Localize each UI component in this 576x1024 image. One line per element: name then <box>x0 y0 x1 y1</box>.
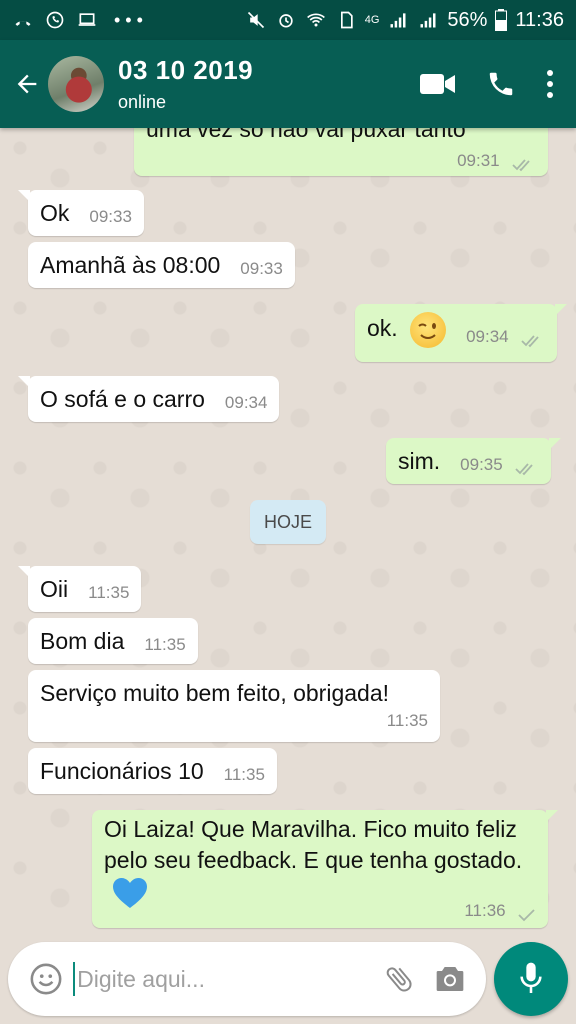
message-bubble-incoming[interactable]: Oii 11:35 <box>17 566 142 612</box>
message-time: 09:34 <box>466 327 509 346</box>
battery-icon <box>495 9 508 31</box>
blue-heart-emoji-icon <box>113 877 147 908</box>
emoji-button[interactable] <box>18 949 73 1009</box>
message-text: Funcionários 10 <box>40 758 204 784</box>
message-input[interactable] <box>73 962 374 996</box>
message-bubble-incoming[interactable]: Ok 09:33 <box>18 190 144 236</box>
sim-icon <box>340 11 353 29</box>
message-bubble-outgoing[interactable]: uma vez só não vai puxar tanto 09:31 <box>134 128 548 176</box>
message-time: 11:35 <box>223 765 265 784</box>
message-time: 11:35 <box>386 711 428 730</box>
clock: 11:36 <box>515 8 564 31</box>
phone-icon <box>489 72 513 96</box>
video-call-button[interactable] <box>420 72 456 96</box>
message-time: 11:35 <box>88 583 130 602</box>
message-bubble-incoming[interactable]: Serviço muito bem feito, obrigada! 11:35 <box>28 670 440 742</box>
message-time: 09:33 <box>240 259 283 278</box>
message-bubble-incoming[interactable]: Bom dia 11:35 <box>28 618 198 664</box>
more-notifications-icon: • • • <box>114 9 143 30</box>
status-bar: • • • 4G 56% 11:36 <box>0 0 576 40</box>
message-time: 11:36 <box>464 901 506 920</box>
read-ticks-icon <box>512 159 530 172</box>
voice-call-button[interactable] <box>486 69 516 99</box>
message-text: Amanhã às 08:00 <box>40 252 221 278</box>
back-button[interactable] <box>6 64 48 104</box>
message-time: 09:33 <box>89 207 132 226</box>
message-time: 09:35 <box>460 455 503 474</box>
message-text: sim. <box>398 448 441 474</box>
contact-name: 03 10 2019 <box>118 55 254 85</box>
battery-percent: 56% <box>447 8 488 31</box>
avatar[interactable] <box>48 56 104 112</box>
message-bubble-incoming[interactable]: Funcionários 10 11:35 <box>28 748 277 794</box>
message-text: Oii <box>40 576 69 602</box>
message-bubble-outgoing[interactable]: ok. 09:34 <box>355 304 568 362</box>
read-ticks-icon <box>521 335 539 348</box>
voice-message-button[interactable] <box>494 942 568 1016</box>
sent-tick-icon <box>518 909 535 922</box>
chat-header: 03 10 2019 online <box>0 40 576 128</box>
signal-icon <box>390 13 406 28</box>
contact-status: online <box>118 92 167 112</box>
wifi-icon <box>306 13 325 27</box>
emoji-icon <box>30 963 61 995</box>
message-bubble-incoming[interactable]: O sofá e o carro 09:34 <box>17 376 280 422</box>
message-text: O sofá e o carro <box>40 386 205 412</box>
message-time: 09:34 <box>224 393 268 412</box>
message-text: ok. <box>367 315 398 342</box>
signal-icon-2 <box>420 13 436 28</box>
attach-button[interactable] <box>373 951 424 1007</box>
message-bubble-outgoing[interactable]: sim. 09:35 <box>386 438 562 484</box>
message-text: Bom dia <box>40 628 125 654</box>
message-text-content: Oi Laiza! Que Maravilha. Fico muito feli… <box>104 816 523 873</box>
laptop-icon <box>78 13 96 26</box>
message-list[interactable]: uma vez só não vai puxar tanto 09:31 Ok 0… <box>0 128 576 938</box>
whatsapp-notification-icon <box>46 11 64 29</box>
message-text: Ok <box>40 200 70 226</box>
message-time: 11:35 <box>144 635 186 654</box>
message-time: 09:31 <box>457 151 500 170</box>
message-bubble-incoming[interactable]: Amanhã às 08:00 09:33 <box>28 242 295 288</box>
read-ticks-icon <box>515 463 533 476</box>
network-type: 4G <box>364 14 380 26</box>
missed-call-icon <box>15 21 31 26</box>
back-arrow-icon <box>17 74 37 94</box>
alarm-icon <box>279 14 293 28</box>
date-divider: HOJE <box>250 500 326 544</box>
more-vert-icon <box>547 70 553 98</box>
video-call-icon <box>420 74 455 94</box>
attach-icon <box>386 967 412 992</box>
more-options-button[interactable] <box>546 69 554 99</box>
camera-button[interactable] <box>425 951 476 1007</box>
contact-info[interactable]: 03 10 2019 online <box>118 55 253 113</box>
message-composer <box>8 942 486 1016</box>
mute-icon <box>247 11 264 29</box>
camera-icon <box>436 967 464 991</box>
message-bubble-outgoing[interactable]: Oi Laiza! Que Maravilha. Fico muito feli… <box>92 810 558 928</box>
wink-emoji-icon <box>410 312 447 348</box>
mic-icon <box>520 962 542 993</box>
